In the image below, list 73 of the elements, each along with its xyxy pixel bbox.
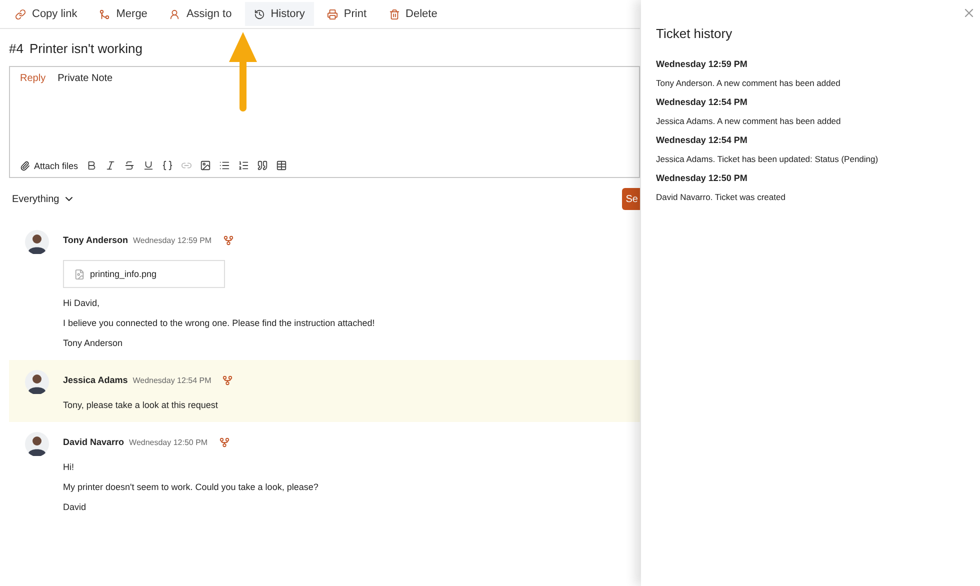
history-text: Jessica Adams. A new comment has been added <box>656 116 842 126</box>
ticket-title: Printer isn't working <box>29 41 142 56</box>
bullet-list-icon <box>219 160 230 171</box>
message-time: Wednesday 12:59 PM <box>133 236 212 244</box>
branch-icon <box>99 8 110 20</box>
author-name: Tony Anderson <box>63 235 128 245</box>
message-text: My printer doesn't seem to work. Could you take a look, please? <box>63 482 318 492</box>
person-icon <box>169 8 180 20</box>
table-icon <box>276 160 288 171</box>
strikethrough-icon <box>124 160 136 171</box>
close-icon[interactable] <box>962 6 976 20</box>
avatar-icon <box>25 432 49 456</box>
format-button[interactable] <box>86 160 98 171</box>
format-button[interactable] <box>276 160 288 171</box>
format-button[interactable] <box>162 160 174 171</box>
history-time: Wednesday 12:54 PM <box>656 135 748 145</box>
toolbar-button[interactable]: Merge <box>90 2 156 26</box>
avatar-icon <box>25 230 49 254</box>
avatar-icon <box>25 370 49 394</box>
message-time: Wednesday 12:50 PM <box>129 438 208 446</box>
history-text: Jessica Adams. Ticket has been updated: Status (Pending) <box>656 154 880 164</box>
author-name: Jessica Adams <box>63 375 128 385</box>
fork-icon <box>218 436 230 448</box>
quote-icon <box>257 160 268 171</box>
attach-files-button[interactable]: Attach files <box>20 160 78 170</box>
author-name: David Navarro <box>63 437 124 447</box>
history-time: Wednesday 12:54 PM <box>656 97 748 107</box>
format-button[interactable] <box>200 160 212 171</box>
message-text: Tony Anderson <box>63 338 124 348</box>
link-icon <box>181 160 192 171</box>
numbered-list-icon <box>238 160 250 171</box>
message-text: Hi! <box>63 462 75 472</box>
panel-title: Ticket history <box>656 26 734 41</box>
format-button[interactable] <box>238 160 250 171</box>
trash-icon <box>388 8 400 20</box>
toolbar-button[interactable]: History <box>244 2 314 26</box>
toolbar-button[interactable]: Delete <box>380 2 446 26</box>
format-button[interactable] <box>219 160 230 171</box>
history-time: Wednesday 12:59 PM <box>656 59 748 69</box>
image-icon <box>200 160 212 171</box>
toolbar-button[interactable]: Assign to <box>160 2 241 26</box>
paperclip-icon <box>20 160 30 170</box>
fork-icon <box>222 374 234 386</box>
history-time: Wednesday 12:50 PM <box>656 173 748 183</box>
format-button[interactable] <box>105 160 116 171</box>
braces-icon <box>162 160 174 171</box>
link-icon <box>15 8 26 20</box>
underline-icon <box>143 160 154 171</box>
message-text: I believe you connected to the wrong one. Please find the instruction attached! <box>63 318 375 328</box>
toolbar-button[interactable]: Print <box>318 2 376 26</box>
fork-icon <box>222 234 234 246</box>
toolbar-button[interactable]: Copy link <box>6 2 86 26</box>
file-name: printing_info.png <box>90 269 157 279</box>
bold-icon <box>86 160 98 171</box>
format-button[interactable] <box>143 160 154 171</box>
printer-icon <box>326 8 338 20</box>
message-text: David <box>63 502 88 512</box>
ticket-number: #4 <box>9 41 24 56</box>
message-time: Wednesday 12:54 PM <box>132 376 212 384</box>
editor-tab[interactable]: Reply <box>20 73 46 84</box>
filter-dropdown[interactable]: Everything <box>12 193 76 205</box>
italic-icon <box>105 160 116 171</box>
format-button[interactable] <box>257 160 268 171</box>
history-text: David Navarro. Ticket was created <box>656 192 786 202</box>
send-button[interactable]: Se <box>622 188 640 210</box>
editor-tab[interactable]: Private Note <box>58 73 113 84</box>
format-button[interactable] <box>124 160 136 171</box>
attachment-file[interactable]: printing_info.png <box>63 260 225 288</box>
history-icon <box>254 8 265 20</box>
history-text: Tony Anderson. A new comment has been added <box>656 78 842 88</box>
image-file-icon <box>74 268 85 280</box>
message-text: Hi David, <box>63 298 101 308</box>
message-text: Tony, please take a look at this request <box>63 400 219 410</box>
